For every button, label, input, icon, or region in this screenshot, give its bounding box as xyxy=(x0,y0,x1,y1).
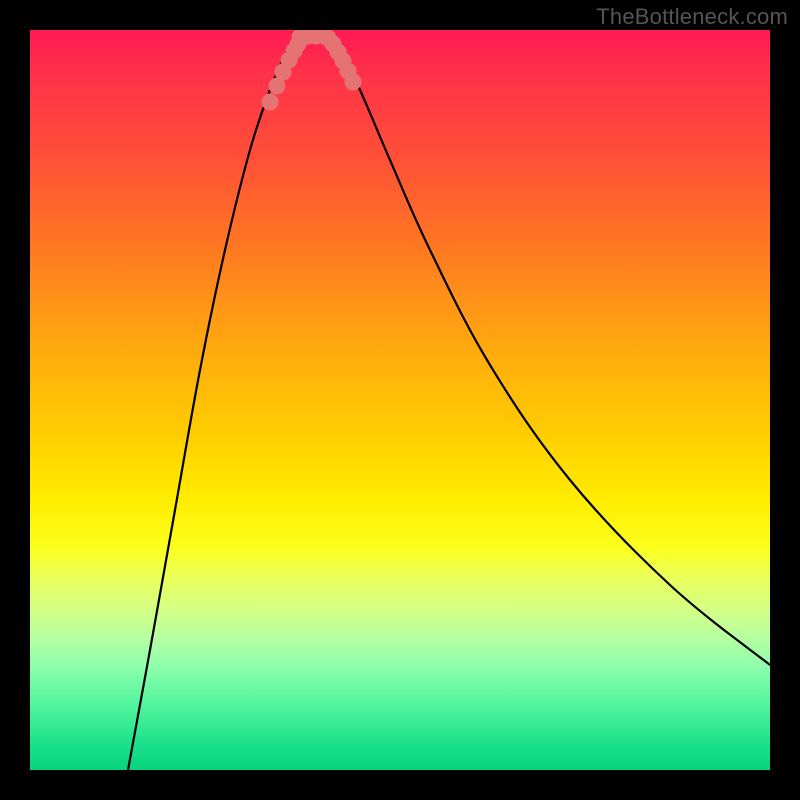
left-curve-path xyxy=(128,38,295,770)
plot-frame xyxy=(30,30,770,770)
chart-svg xyxy=(30,30,770,770)
highlight-dot xyxy=(345,74,362,91)
highlight-dot xyxy=(262,94,279,111)
watermark-text: TheBottleneck.com xyxy=(596,4,788,30)
right-curve-path xyxy=(330,38,770,665)
highlight-dots-right xyxy=(320,30,362,91)
